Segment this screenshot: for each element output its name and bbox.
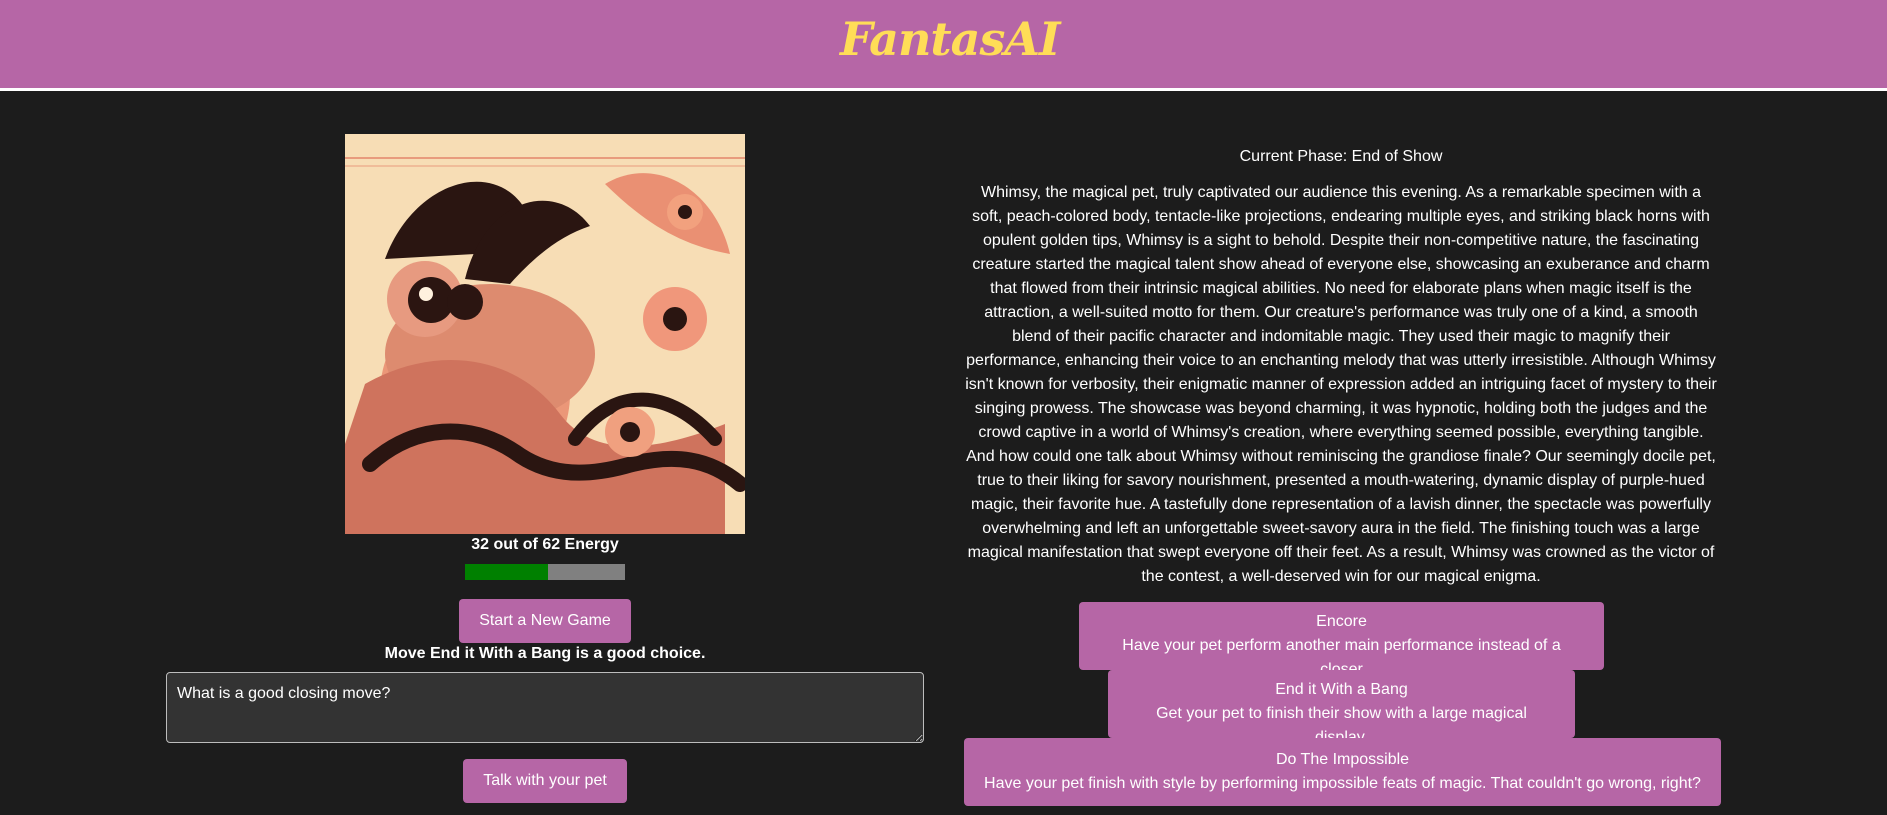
show-panel: Current Phase: End of Show Whimsy, the m… — [960, 91, 1722, 815]
show-story: Whimsy, the magical pet, truly captivate… — [965, 184, 1717, 585]
energy-text: 32 out of 62 Energy — [471, 536, 619, 553]
app-header: FantasAI — [0, 0, 1887, 91]
fantasy-creature-illustration-icon — [345, 134, 745, 534]
pet-panel: 32 out of 62 Energy Start a New Game Mov… — [165, 91, 925, 815]
move-title: End it With a Bang — [1275, 681, 1408, 698]
move-title: Do The Impossible — [1275, 751, 1410, 768]
end-it-with-a-bang-move-button[interactable]: End it With a Bang Get your pet to finis… — [1108, 670, 1575, 746]
talk-with-pet-button[interactable]: Talk with your pet — [463, 759, 627, 803]
energy-bar-fill — [465, 564, 548, 580]
app-logo: FantasAI — [840, 12, 1061, 66]
move-description: Have your pet finish with style by perfo… — [984, 775, 1701, 792]
pet-advice: Move End it With a Bang is a good choice… — [384, 645, 706, 662]
start-new-game-button[interactable]: Start a New Game — [459, 599, 631, 643]
move-title: Encore — [1316, 613, 1367, 630]
current-phase: Current Phase: End of Show — [1239, 148, 1443, 165]
energy-bar — [465, 564, 625, 580]
do-the-impossible-move-button[interactable]: Do The Impossible Have your pet finish w… — [964, 738, 1721, 806]
talk-input[interactable] — [166, 672, 924, 743]
pet-image — [345, 134, 745, 534]
encore-move-button[interactable]: Encore Have your pet perform another mai… — [1079, 602, 1604, 678]
